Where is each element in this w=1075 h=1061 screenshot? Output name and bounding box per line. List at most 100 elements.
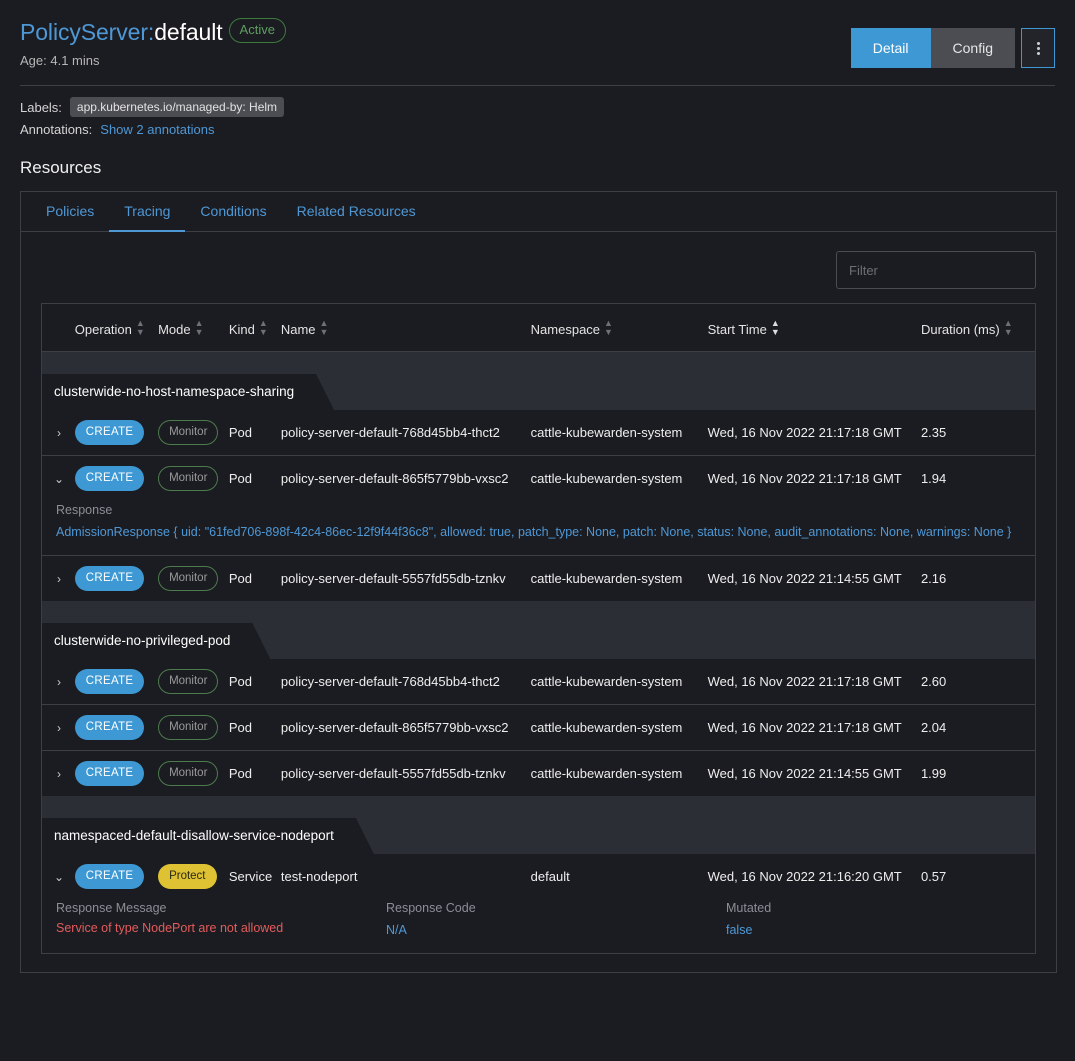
chevron-right-icon[interactable]: › <box>52 767 66 781</box>
response-value: AdmissionResponse { uid: "61fed706-898f-… <box>56 523 1021 541</box>
sort-icon[interactable]: ▲▼ <box>320 319 329 337</box>
table-row[interactable]: ›CREATEMonitorPodpolicy-server-default-7… <box>42 659 1036 705</box>
namespace-cell-text: cattle-kubewarden-system <box>531 471 700 487</box>
sort-icon[interactable]: ▲▼ <box>771 319 780 337</box>
table-row[interactable]: ›CREATEMonitorPodpolicy-server-default-8… <box>42 705 1036 751</box>
status-badge: Active <box>229 18 286 43</box>
operation-badge: CREATE <box>75 420 145 445</box>
filter-input[interactable] <box>836 251 1036 289</box>
duration-cell: 2.16 <box>921 556 1036 602</box>
mode-badge: Monitor <box>158 669 218 694</box>
mode-cell: Monitor <box>158 556 229 602</box>
kind-cell: Pod <box>229 410 281 456</box>
expand-toggle-cell[interactable]: ⌄ <box>42 854 75 899</box>
expand-toggle-cell[interactable]: › <box>42 659 75 705</box>
namespace-cell: cattle-kubewarden-system <box>531 410 708 456</box>
chevron-right-icon[interactable]: › <box>52 426 66 440</box>
column-header-name[interactable]: Name▲▼ <box>281 304 531 352</box>
detail-button[interactable]: Detail <box>851 28 931 68</box>
start-time-cell: Wed, 16 Nov 2022 21:17:18 GMT <box>708 659 921 705</box>
name-cell-text: policy-server-default-865f5779bb-vxsc2 <box>281 471 523 487</box>
chevron-down-icon[interactable]: ⌄ <box>52 870 66 884</box>
mode-badge: Monitor <box>158 420 218 445</box>
resources-tabbar: Policies TracingConditionsRelated Resourc… <box>21 192 1056 232</box>
kind-cell-text: Pod <box>229 471 273 487</box>
operation-cell: CREATE <box>75 659 158 705</box>
rejection-detail-grid: Response MessageService of type NodePort… <box>56 901 1021 939</box>
resource-name-label: default <box>154 19 222 45</box>
kebab-icon <box>1037 42 1040 55</box>
name-cell-text: test-nodeport <box>281 869 523 885</box>
chevron-right-icon[interactable]: › <box>52 572 66 586</box>
name-cell-text: policy-server-default-768d45bb4-thct2 <box>281 674 523 690</box>
table-row[interactable]: ›CREATEMonitorPodpolicy-server-default-7… <box>42 410 1036 456</box>
metadata-section: Labels: app.kubernetes.io/managed-by: He… <box>0 86 1075 137</box>
operation-cell: CREATE <box>75 854 158 899</box>
column-header-kind[interactable]: Kind▲▼ <box>229 304 281 352</box>
tab-conditions[interactable]: Conditions <box>185 192 281 232</box>
table-row[interactable]: ⌄ CREATEMonitorPod policy-server-default-8… <box>42 456 1036 502</box>
sort-icon[interactable]: ▲▼ <box>1004 319 1013 337</box>
policy-group-row: clusterwide-no-privileged-pod <box>42 601 1036 659</box>
namespace-cell-text: cattle-kubewarden-system <box>531 766 700 782</box>
expand-toggle-cell[interactable]: › <box>42 705 75 751</box>
chevron-down-icon[interactable]: ⌄ <box>52 472 66 486</box>
start-time-cell: Wed, 16 Nov 2022 21:17:18 GMT <box>708 410 921 456</box>
labels-row: Labels: app.kubernetes.io/managed-by: He… <box>20 97 1055 117</box>
mode-cell: Monitor <box>158 705 229 751</box>
response-message-value: Service of type NodePort are not allowed <box>56 921 386 935</box>
page-title: PolicyServer:default <box>20 18 223 46</box>
mode-cell: Monitor <box>158 751 229 797</box>
table-row[interactable]: ⌄CREATEProtectServicetest-nodeportdefaul… <box>42 854 1036 899</box>
chevron-right-icon[interactable]: › <box>52 721 66 735</box>
column-header-start-time[interactable]: Start Time▲▼ <box>708 304 921 352</box>
name-cell: policy-server-default-5557fd55db-tznkv <box>281 751 531 797</box>
policy-group-cell: clusterwide-no-host-namespace-sharing <box>42 352 1036 411</box>
expand-toggle-cell[interactable]: › <box>42 556 75 602</box>
show-annotations-link[interactable]: Show 2 annotations <box>100 122 214 137</box>
sort-icon[interactable]: ▲▼ <box>604 319 613 337</box>
operation-cell: CREATE <box>75 556 158 602</box>
kind-cell: Pod <box>229 751 281 797</box>
action-button-group: Detail Config <box>851 28 1055 68</box>
resource-kind-label: PolicyServer: <box>20 19 154 45</box>
sort-icon[interactable]: ▲▼ <box>259 319 268 337</box>
response-code-block: Response CodeN/A <box>386 901 726 939</box>
mode-badge: Monitor <box>158 566 218 591</box>
column-header-operation[interactable]: Operation▲▼ <box>75 304 158 352</box>
policy-server-detail-page: PolicyServer:default Active Age: 4.1 min… <box>0 0 1075 1061</box>
mutated-block: Mutatedfalse <box>726 901 1021 939</box>
start-time-cell: Wed, 16 Nov 2022 21:17:18 GMT <box>708 456 921 502</box>
column-header-mode[interactable]: Mode▲▼ <box>158 304 229 352</box>
table-row[interactable]: ›CREATEMonitorPodpolicy-server-default-5… <box>42 751 1036 797</box>
config-button[interactable]: Config <box>931 28 1015 68</box>
start-time-cell: Wed, 16 Nov 2022 21:17:18 GMT <box>708 705 921 751</box>
expand-toggle-cell[interactable]: › <box>42 751 75 797</box>
mode-cell: Monitor <box>158 659 229 705</box>
sort-icon[interactable]: ▲▼ <box>136 319 145 337</box>
sort-icon[interactable]: ▲▼ <box>195 319 204 337</box>
tab-label: Policies <box>46 203 94 219</box>
expand-toggle-cell[interactable]: › <box>42 410 75 456</box>
tab-policies[interactable]: Policies <box>31 192 109 232</box>
expand-toggle-cell[interactable]: ⌄ <box>42 456 75 502</box>
policy-group-cell: namespaced-default-disallow-service-node… <box>42 796 1036 854</box>
table-row[interactable]: ›CREATEMonitorPodpolicy-server-default-5… <box>42 556 1036 602</box>
chevron-right-icon[interactable]: › <box>52 675 66 689</box>
operation-cell: CREATE <box>75 705 158 751</box>
operation-cell: CREATE <box>75 456 158 502</box>
label-chip: app.kubernetes.io/managed-by: Helm <box>70 97 284 117</box>
response-message-block: Response MessageService of type NodePort… <box>56 901 386 939</box>
operation-badge: CREATE <box>75 715 145 740</box>
tab-tracing[interactable]: Tracing <box>109 192 185 232</box>
kebab-menu-button[interactable] <box>1021 28 1055 68</box>
column-header-duration-ms[interactable]: Duration (ms)▲▼ <box>921 304 1036 352</box>
tracing-table: Operation▲▼Mode▲▼Kind▲▼Name▲▼Namespace▲▼… <box>41 303 1036 954</box>
mode-cell: Monitor <box>158 456 229 502</box>
response-code-label: Response Code <box>386 901 726 915</box>
kind-cell-text: Pod <box>229 766 273 782</box>
row-detail: Response MessageService of type NodePort… <box>42 899 1036 954</box>
start-time-cell: Wed, 16 Nov 2022 21:14:55 GMT <box>708 556 921 602</box>
tab-related-resources[interactable]: Related Resources <box>282 192 431 232</box>
column-header-namespace[interactable]: Namespace▲▼ <box>531 304 708 352</box>
